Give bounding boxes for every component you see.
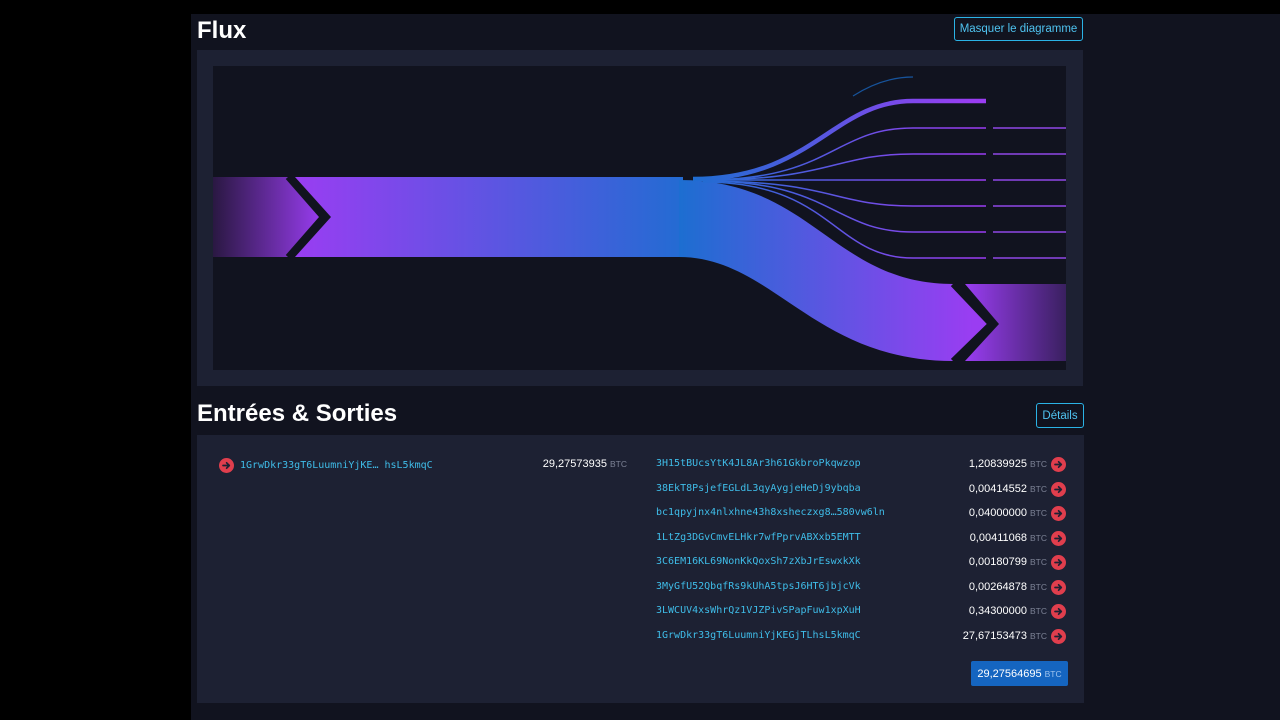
total-badge: 29,27564695 BTC: [971, 661, 1068, 686]
output-amount-unit: BTC: [1030, 459, 1047, 469]
output-row: 3H15tBUcsYtK4JL8Ar3h61GkbroPkqwzop 1,208…: [656, 457, 1066, 482]
details-button[interactable]: Détails: [1036, 403, 1084, 428]
output-amount: 0,00414552 BTC: [969, 483, 1047, 495]
arrow-right-icon[interactable]: [1051, 628, 1066, 644]
io-title: Entrées & Sorties: [197, 400, 398, 427]
output-address[interactable]: 1LtZg3DGvCmvELHkr7wfPprvABXxb5EMTT: [656, 532, 861, 543]
input-row: 1GrwDkr33gT6LuumniYjKE… hsL5kmqC 29,2757…: [219, 457, 627, 473]
input-amount: 29,27573935 BTC: [543, 458, 627, 470]
output-row: 3C6EM16KL69NonKkQoxSh7zXbJrEswxkXk 0,001…: [656, 555, 1066, 580]
main-flow: [295, 177, 683, 257]
output-address[interactable]: bc1qpyjnx4nlxhne43h8xsheczxg8…580vw6ln: [656, 507, 885, 518]
output-amount-unit: BTC: [1030, 606, 1047, 616]
output-amount-unit: BTC: [1030, 630, 1047, 641]
output-address[interactable]: 1GrwDkr33gT6LuumniYjKEGjTLhsL5kmqC: [656, 630, 861, 641]
output-amount: 0,04000000 BTC: [969, 507, 1047, 519]
inputs-outputs-panel: 1GrwDkr33gT6LuumniYjKE… hsL5kmqC 29,2757…: [197, 435, 1084, 703]
output-row: 1GrwDkr33gT6LuumniYjKEGjTLhsL5kmqC 27,67…: [656, 628, 1066, 654]
output-amount-value: 0,04000000: [968, 507, 1027, 519]
output-row: 1LtZg3DGvCmvELHkr7wfPprvABXxb5EMTT 0,004…: [656, 530, 1066, 556]
arrow-right-icon[interactable]: [1051, 604, 1066, 619]
output-row: 3MyGfU52QbqfRs9kUhA5tpsJ6HT6jbjcVk 0,002…: [656, 579, 1066, 605]
output-amount: 0,00411068 BTC: [970, 532, 1047, 544]
arrow-right-icon[interactable]: [1051, 481, 1066, 497]
input-amount-unit: BTC: [610, 459, 627, 469]
output-amount: 0,00180799 BTC: [969, 556, 1047, 568]
outputs-list: 3H15tBUcsYtK4JL8Ar3h61GkbroPkqwzop 1,208…: [656, 457, 1066, 653]
output-amount-value: 1,20839925: [968, 458, 1027, 470]
output-amount-value: 0,00264878: [968, 580, 1027, 593]
total-unit: BTC: [1044, 668, 1062, 679]
output-amount-value: 0,00411068: [969, 531, 1027, 544]
output-amount-value: 27,67153473: [962, 629, 1027, 642]
output-address[interactable]: 3LWCUV4xsWhrQz1VJZPivSPapFuw1xpXuH: [656, 605, 861, 616]
hide-diagram-button[interactable]: Masquer le diagramme: [954, 17, 1083, 41]
arrow-right-icon[interactable]: [1051, 506, 1066, 521]
output-address[interactable]: 38EkT8PsjefEGLdL3qyAygjeHeDj9ybqba: [656, 483, 861, 494]
output-amount: 0,00264878 BTC: [969, 581, 1047, 593]
output-amount: 27,67153473 BTC: [963, 630, 1047, 642]
arrow-right-icon[interactable]: [1051, 579, 1066, 595]
output-amount: 0,34300000 BTC: [969, 605, 1047, 617]
output-amount-unit: BTC: [1030, 557, 1047, 567]
output-address[interactable]: 3MyGfU52QbqfRs9kUhA5tpsJ6HT6jbjcVk: [656, 581, 861, 592]
output-row: 3LWCUV4xsWhrQz1VJZPivSPapFuw1xpXuH 0,343…: [656, 604, 1066, 629]
arrow-right-icon[interactable]: [1051, 555, 1066, 570]
output-amount-value: 0,00180799: [968, 556, 1027, 568]
arrow-right-icon[interactable]: [219, 457, 234, 473]
output-address[interactable]: 3C6EM16KL69NonKkQoxSh7zXbJrEswxkXk: [656, 556, 861, 567]
arrow-right-icon[interactable]: [1051, 530, 1066, 546]
flux-title: Flux: [197, 17, 247, 44]
main-content: Flux Masquer le diagramme Entrées & Sort…: [191, 14, 1280, 720]
output-row: 38EkT8PsjefEGLdL3qyAygjeHeDj9ybqba 0,004…: [656, 481, 1066, 507]
output-amount: 1,20839925 BTC: [969, 458, 1047, 470]
input-amount-value: 29,27573935: [542, 458, 607, 470]
total-amount: 29,27564695: [977, 667, 1042, 680]
output-amount-unit: BTC: [1030, 581, 1047, 592]
output-row: bc1qpyjnx4nlxhne43h8xsheczxg8…580vw6ln 0…: [656, 506, 1066, 531]
arrow-right-icon[interactable]: [1051, 457, 1066, 472]
output-amount-value: 0,34300000: [968, 605, 1027, 617]
flow-diagram-panel: [197, 50, 1083, 386]
input-address[interactable]: 1GrwDkr33gT6LuumniYjKE… hsL5kmqC: [240, 460, 433, 471]
output-address[interactable]: 3H15tBUcsYtK4JL8Ar3h61GkbroPkqwzop: [656, 458, 861, 469]
output-amount-unit: BTC: [1030, 508, 1047, 518]
flow-diagram: [213, 66, 1066, 370]
output-amount-value: 0,00414552: [968, 482, 1027, 495]
output-amount-unit: BTC: [1030, 532, 1047, 543]
output-amount-unit: BTC: [1030, 483, 1047, 494]
